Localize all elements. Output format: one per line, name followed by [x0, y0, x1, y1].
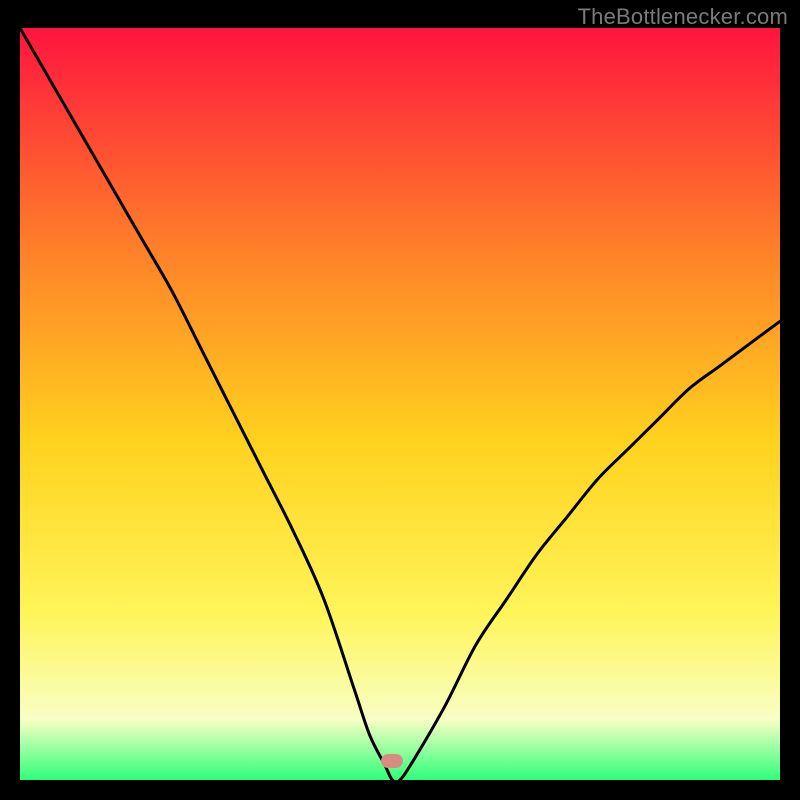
plot-area	[20, 28, 780, 780]
gradient-background	[20, 28, 780, 780]
plot-svg	[20, 28, 780, 780]
optimal-point-marker	[381, 754, 403, 768]
chart-frame: TheBottlenecker.com	[0, 0, 800, 800]
watermark-label: TheBottlenecker.com	[578, 4, 788, 30]
